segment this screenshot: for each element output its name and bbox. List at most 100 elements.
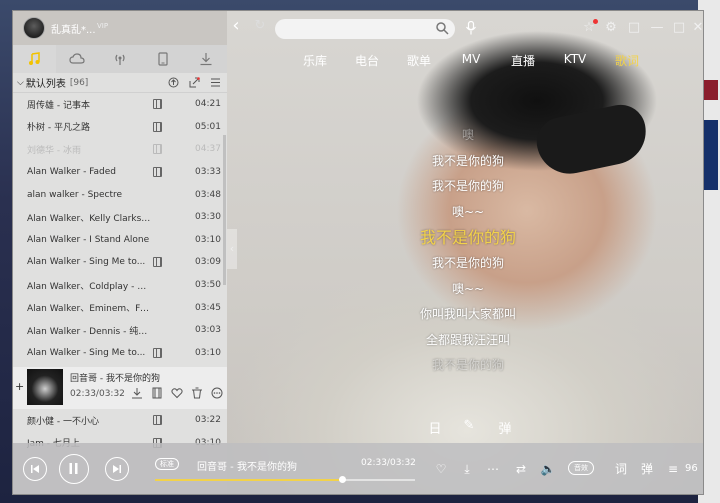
list-item[interactable]: Alan Walker - Sing Me to... 03:09	[13, 251, 227, 274]
mv-icon[interactable]	[153, 121, 162, 132]
search-input[interactable]	[275, 19, 455, 39]
download-icon[interactable]	[131, 387, 143, 399]
sidebar-icon-bar	[13, 45, 227, 73]
mv-icon[interactable]	[153, 166, 162, 177]
tab-lyrics[interactable]: 歌词	[601, 52, 653, 70]
microphone-icon[interactable]	[465, 21, 477, 35]
danmaku-icon[interactable]: 弹	[497, 418, 513, 437]
song-name: Alan Walker - Sing Me to...	[27, 257, 146, 268]
song-name: Alan Walker - I Stand Alone	[27, 234, 150, 245]
list-item[interactable]: Alan Walker、Eminem、Fort ... 03:45	[13, 296, 227, 319]
next-icon	[113, 465, 121, 473]
mv-icon[interactable]	[153, 99, 162, 109]
list-item[interactable]: Alan Walker - Sing Me to... 03:10	[13, 342, 227, 365]
user-avatar[interactable]	[23, 17, 45, 39]
song-name: 颜小健 - 一不小心	[27, 416, 99, 427]
list-item[interactable]: Alan Walker - I Stand Alone 03:10	[13, 229, 227, 252]
mv-icon[interactable]	[153, 144, 162, 155]
song-duration: 05:01	[195, 121, 221, 132]
list-item[interactable]: Alan Walker、Kelly Clarkson ... 03:30	[13, 206, 227, 229]
shuffle-icon[interactable]: ⇄	[513, 461, 529, 477]
lyrics-toggle-icon[interactable]: 词	[613, 461, 629, 477]
tab-library[interactable]: 乐库	[289, 52, 341, 70]
more-icon[interactable]: ⋯	[485, 461, 501, 477]
lyric-line: 我不是你的狗	[431, 358, 504, 373]
list-item[interactable]: alan walker - Spectre 03:48	[13, 183, 227, 206]
minimize-icon[interactable]: —	[648, 19, 666, 37]
mv-icon[interactable]	[151, 387, 163, 399]
calendar-icon[interactable]: 日	[427, 418, 443, 437]
list-item[interactable]: Alan Walker - Faded 03:33	[13, 161, 227, 184]
playlist-header[interactable]: ⌵ 默认列表 [96]	[13, 73, 227, 93]
pen-icon[interactable]: ✎	[461, 418, 477, 434]
lyric-line: 我不是你的狗	[431, 179, 504, 194]
playlist-title: 默认列表	[25, 79, 66, 90]
settings-gear-icon[interactable]: ⚙	[602, 19, 620, 37]
add-icon[interactable]: +	[15, 380, 24, 393]
mv-icon[interactable]	[153, 347, 162, 358]
back-arrow-icon[interactable]: ‹	[227, 17, 245, 35]
tab-ktv[interactable]: KTV	[549, 52, 601, 70]
previous-button[interactable]	[23, 457, 47, 481]
download-icon[interactable]: ⤓	[459, 461, 475, 477]
sound-effect-button[interactable]: 音效	[568, 461, 594, 475]
share-icon[interactable]	[189, 77, 200, 88]
now-playing-row[interactable]: + 回音哥 - 我不是你的狗 02:33/03:32	[13, 367, 227, 409]
mv-icon[interactable]	[153, 415, 162, 425]
playlist-icon[interactable]: ≡	[665, 461, 681, 477]
delete-icon[interactable]	[191, 387, 203, 399]
song-duration: 04:21	[195, 99, 221, 110]
username[interactable]: 乱真乱*...	[51, 21, 96, 36]
mini-mode-icon[interactable]: □	[625, 19, 643, 37]
chevron-down-icon[interactable]: ⌵	[17, 78, 24, 88]
search-icon[interactable]	[435, 21, 449, 35]
player-song-title[interactable]: 回音哥 - 我不是你的狗	[197, 458, 297, 473]
music-note-icon[interactable]	[13, 45, 56, 73]
cloud-icon[interactable]	[56, 45, 99, 73]
lyric-line-current: 我不是你的狗	[419, 228, 516, 248]
lyric-line: 噢~~	[451, 204, 485, 219]
progress-bar[interactable]	[155, 476, 415, 483]
heart-icon[interactable]	[171, 387, 183, 399]
heart-icon[interactable]: ♡	[433, 461, 449, 477]
tab-playlists[interactable]: 歌单	[393, 52, 445, 70]
tab-radio[interactable]: 电台	[341, 52, 393, 70]
maximize-icon[interactable]: □	[670, 19, 688, 37]
playlist-count: [96]	[69, 77, 89, 88]
song-duration: 03:10	[195, 234, 221, 245]
danmaku-icon[interactable]: 弹	[639, 461, 655, 477]
tab-mv[interactable]: MV	[445, 52, 497, 70]
mv-icon[interactable]	[153, 257, 162, 268]
download-icon[interactable]	[184, 45, 227, 73]
refresh-icon[interactable]: ↻	[251, 17, 269, 35]
song-name: 朴树 - 平凡之路	[27, 123, 90, 134]
playlist-scrollbar[interactable]	[223, 135, 226, 285]
quality-tag[interactable]: 标准	[155, 458, 179, 470]
progress-knob[interactable]	[338, 476, 346, 483]
device-icon[interactable]	[141, 45, 184, 73]
tab-live[interactable]: 直播	[497, 52, 549, 70]
album-cover[interactable]	[27, 369, 63, 405]
pause-button[interactable]	[59, 454, 89, 484]
list-item[interactable]: Alan Walker - Dennis - 纯音... 03:03	[13, 319, 227, 342]
menu-icon[interactable]	[210, 77, 221, 88]
list-item[interactable]: 周传雄 - 记事本 04:21	[13, 93, 227, 116]
broadcast-icon[interactable]	[99, 45, 142, 73]
next-button[interactable]	[105, 457, 129, 481]
pause-icon	[69, 463, 78, 474]
song-name: Alan Walker、Kelly Clarkson ...	[27, 213, 151, 224]
now-playing-title: 回音哥 - 我不是你的狗	[70, 374, 160, 384]
more-icon[interactable]	[211, 387, 223, 399]
song-duration: 03:50	[195, 280, 221, 291]
list-item[interactable]: 朴树 - 平凡之路 05:01	[13, 116, 227, 139]
main-tabs: 乐库 电台 歌单 MV 直播 KTV 歌词	[289, 52, 653, 70]
list-item[interactable]: 刘德华 - 冰雨 04:37	[13, 138, 227, 161]
collapse-sidebar-handle[interactable]: ‹	[227, 229, 237, 269]
locate-icon[interactable]	[168, 77, 179, 88]
volume-icon[interactable]: 🔈	[540, 461, 556, 477]
list-item[interactable]: 颜小健 - 一不小心 03:22	[13, 409, 227, 432]
title-bar: 乱真乱*... VIP ‹ ↻ ☆ ⚙ □ — □ ✕	[13, 11, 703, 47]
progress-fill	[155, 479, 343, 481]
list-item[interactable]: Alan Walker、Coldplay - Hy... 03:50	[13, 274, 227, 297]
close-icon[interactable]: ✕	[689, 19, 703, 37]
